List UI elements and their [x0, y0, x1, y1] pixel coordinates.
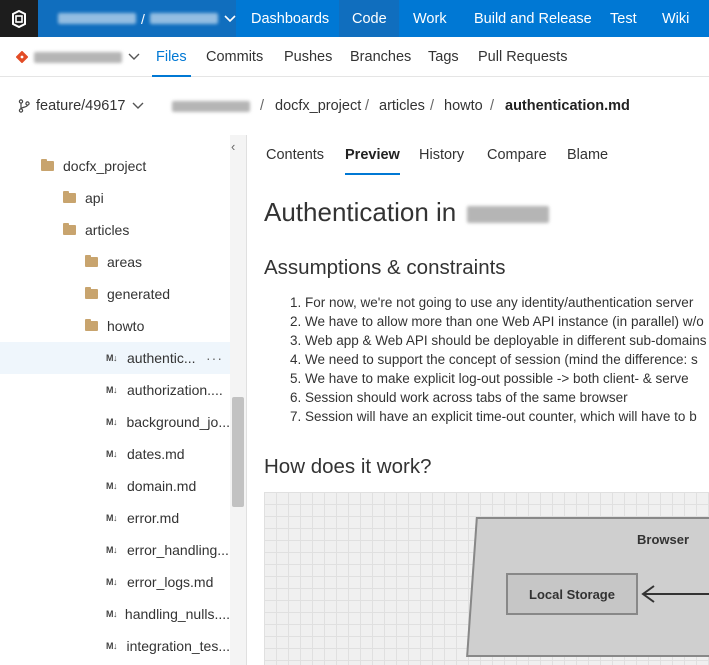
list-item: 5. We have to make explicit log-out poss… — [290, 371, 689, 386]
tab-preview[interactable]: Preview — [345, 135, 400, 175]
nav-dashboards[interactable]: Dashboards — [251, 0, 329, 37]
tree-item-file[interactable]: M↓ domain.md — [0, 470, 230, 502]
markdown-icon: M↓ — [106, 353, 118, 363]
markdown-icon: M↓ — [106, 641, 118, 651]
file-content-pane: Contents Preview History Compare Blame A… — [248, 135, 709, 665]
heading-how-it-works: How does it work? — [264, 455, 432, 478]
path-breadcrumb-bar: feature/49617 / docfx_project / articles… — [0, 77, 709, 135]
file-tree: ‹ docfx_project api articles areas gener… — [0, 135, 247, 665]
tab-contents[interactable]: Contents — [266, 135, 324, 175]
chevron-down-icon — [128, 53, 140, 60]
tree-item-folder[interactable]: articles — [0, 214, 230, 246]
markdown-icon: M↓ — [106, 577, 118, 587]
collapse-tree-icon[interactable]: ‹ — [231, 139, 235, 154]
tree-item-file[interactable]: M↓ error.md — [0, 502, 230, 534]
tree-item-file[interactable]: M↓ dates.md — [0, 438, 230, 470]
tab-history[interactable]: History — [419, 135, 464, 175]
breadcrumb-articles[interactable]: articles — [379, 77, 425, 135]
tab-pull-requests[interactable]: Pull Requests — [478, 37, 567, 77]
file-view-tabs: Contents Preview History Compare Blame — [248, 135, 709, 175]
tab-files[interactable]: Files — [152, 37, 191, 77]
more-actions-icon[interactable]: ··· — [206, 350, 223, 366]
account-name-redacted — [58, 13, 136, 24]
folder-icon — [85, 319, 98, 331]
tree-item-file[interactable]: M↓ handling_nulls.... — [0, 598, 230, 630]
repo-name-redacted — [34, 51, 122, 63]
project-selector[interactable]: / — [38, 0, 236, 37]
markdown-icon: M↓ — [106, 385, 118, 395]
markdown-icon: M↓ — [106, 449, 118, 459]
breadcrumb-separator: / — [490, 98, 495, 114]
tree-item-file[interactable]: M↓ error_logs.md — [0, 566, 230, 598]
folder-icon — [63, 223, 76, 235]
folder-icon — [41, 159, 54, 171]
tree-item-folder[interactable]: areas — [0, 246, 230, 278]
local-storage-box: Local Storage — [506, 573, 638, 615]
document-title: Authentication in — [264, 197, 550, 228]
nav-test[interactable]: Test — [610, 0, 637, 37]
list-item: 1. For now, we're not going to use any i… — [290, 295, 694, 310]
tree-item-file-selected[interactable]: M↓ authentic... ··· — [0, 342, 230, 374]
vsts-logo-icon[interactable] — [0, 0, 38, 37]
markdown-icon: M↓ — [106, 545, 118, 555]
chevron-down-icon — [132, 102, 143, 109]
repo-selector[interactable] — [16, 37, 140, 77]
product-name-redacted — [467, 206, 550, 223]
project-name-redacted — [149, 13, 218, 24]
breadcrumb-docfx-project[interactable]: docfx_project — [275, 77, 361, 135]
tab-branches[interactable]: Branches — [350, 37, 411, 77]
folder-icon — [63, 191, 76, 203]
tab-commits[interactable]: Commits — [206, 37, 263, 77]
chevron-down-icon — [224, 14, 236, 22]
list-item: 6. Session should work across tabs of th… — [290, 390, 628, 405]
tree-item-file[interactable]: M↓ background_jo... — [0, 406, 230, 438]
repo-name-redacted — [172, 100, 250, 112]
nav-build-and-release[interactable]: Build and Release — [474, 0, 592, 37]
arrow-left-icon — [641, 585, 709, 603]
nav-work[interactable]: Work — [413, 0, 447, 37]
list-item: 2. We have to allow more than one Web AP… — [290, 314, 704, 329]
heading-assumptions: Assumptions & constraints — [264, 256, 506, 279]
architecture-diagram: Browser Local Storage — [264, 492, 709, 665]
markdown-icon: M↓ — [106, 609, 117, 619]
markdown-icon: M↓ — [106, 513, 118, 523]
branch-icon — [18, 99, 30, 113]
tree-item-folder[interactable]: howto — [0, 310, 230, 342]
tree-scrollbar-thumb[interactable] — [232, 397, 244, 507]
tab-compare[interactable]: Compare — [487, 135, 547, 175]
folder-icon — [85, 255, 98, 267]
tree-item-folder[interactable]: api — [0, 182, 230, 214]
tree-item-file[interactable]: M↓ integration_tes... — [0, 630, 230, 662]
browser-label: Browser — [637, 532, 690, 547]
tree-item-file[interactable]: M↓ authorization.... — [0, 374, 230, 406]
list-item: 7. Session will have an explicit time-ou… — [290, 409, 697, 424]
code-hub-tabs: Files Commits Pushes Branches Tags Pull … — [0, 37, 709, 77]
tab-pushes[interactable]: Pushes — [284, 37, 332, 77]
markdown-icon: M↓ — [106, 417, 118, 427]
breadcrumb-separator: / — [260, 98, 265, 114]
breadcrumb-separator: / — [430, 98, 435, 114]
nav-code[interactable]: Code — [339, 0, 399, 37]
markdown-icon: M↓ — [106, 481, 118, 491]
breadcrumb-current-file: authentication.md — [505, 98, 630, 114]
breadcrumb-separator: / — [365, 98, 370, 114]
git-repo-icon — [16, 51, 28, 63]
branch-selector[interactable]: feature/49617 — [18, 77, 144, 135]
breadcrumb-howto[interactable]: howto — [444, 77, 483, 135]
tree-item-file[interactable]: M↓ error_handling... — [0, 534, 230, 566]
breadcrumb-repo[interactable] — [172, 77, 250, 135]
folder-icon — [85, 287, 98, 299]
branch-name: feature/49617 — [36, 98, 126, 114]
list-item: 4. We need to support the concept of ses… — [290, 352, 698, 367]
tab-blame[interactable]: Blame — [567, 135, 608, 175]
nav-wiki[interactable]: Wiki — [662, 0, 689, 37]
tree-item-folder[interactable]: generated — [0, 278, 230, 310]
tab-tags[interactable]: Tags — [428, 37, 459, 77]
tree-item-folder[interactable]: docfx_project — [0, 150, 230, 182]
top-nav-bar: / Dashboards Code Work Build and Release… — [0, 0, 709, 37]
assumptions-list: 1. For now, we're not going to use any i… — [290, 293, 709, 426]
list-item: 3. Web app & Web API should be deployabl… — [290, 333, 707, 348]
